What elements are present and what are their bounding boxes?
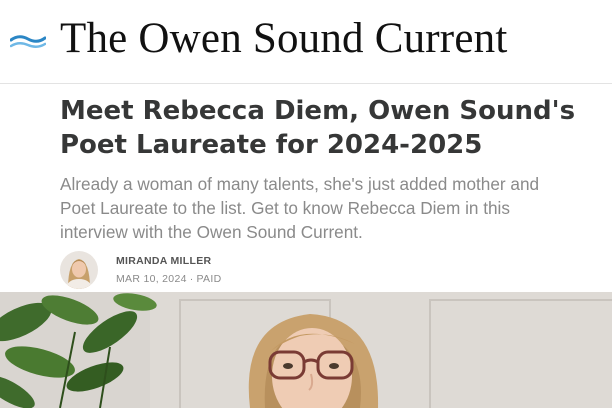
post-meta: MAR 10, 2024 · PAID (116, 273, 221, 285)
author-name[interactable]: MIRANDA MILLER (116, 255, 211, 267)
article-subtitle: Already a woman of many talents, she's j… (60, 174, 540, 242)
site-title[interactable]: The Owen Sound Current (60, 14, 507, 63)
hero-image (0, 292, 612, 408)
post-date: MAR 10, 2024 (116, 273, 187, 285)
author-avatar[interactable] (60, 251, 98, 289)
masthead: The Owen Sound Current (0, 0, 612, 84)
hero-photo-woman-with-glasses (0, 292, 612, 408)
waves-logo-icon[interactable] (10, 33, 46, 51)
author-avatar-photo (60, 251, 98, 289)
meta-separator: · (189, 273, 194, 285)
access-badge: PAID (196, 273, 222, 285)
article-title: Meet Rebecca Diem, Owen Sound's Poet Lau… (60, 96, 576, 160)
article-page: The Owen Sound Current Meet Rebecca Diem… (0, 0, 612, 408)
